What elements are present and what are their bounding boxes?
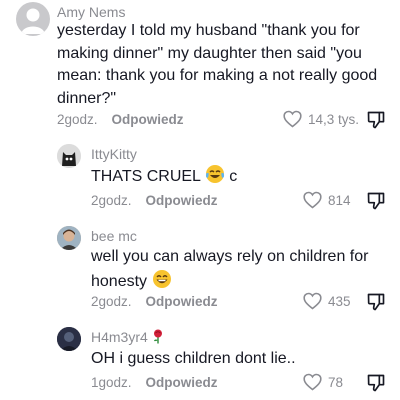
comment-text: THATS CRUEL c bbox=[91, 164, 381, 189]
comment-text: OH i guess children dont lie.. bbox=[91, 350, 296, 367]
dislike-icon[interactable] bbox=[366, 373, 386, 393]
reply-button[interactable]: Odpowiedz bbox=[146, 375, 218, 390]
comment-text: yesterday I told my husband "thank you f… bbox=[57, 22, 378, 107]
comment-meta: 2godz. Odpowiedz bbox=[91, 193, 218, 208]
comment-text-suffix: c bbox=[229, 168, 238, 185]
heart-icon bbox=[303, 373, 322, 391]
timestamp: 2godz. bbox=[57, 112, 98, 127]
user-photo-avatar bbox=[57, 327, 81, 351]
like-button[interactable]: 435 bbox=[303, 292, 351, 310]
comment-1: Amy Nems yesterday I told my husband "th… bbox=[0, 0, 400, 135]
like-button[interactable]: 78 bbox=[303, 373, 343, 391]
comment-4: H4m3yr4 OH i guess children dont lie.. 1… bbox=[0, 322, 400, 400]
comment-meta: 2godz. Odpowiedz bbox=[57, 112, 184, 127]
comment-meta: 1godz. Odpowiedz bbox=[91, 375, 218, 390]
reply-button[interactable]: Odpowiedz bbox=[146, 294, 218, 309]
default-avatar-icon bbox=[21, 8, 45, 34]
crying-laughing-emoji bbox=[205, 165, 224, 183]
timestamp: 2godz. bbox=[91, 294, 132, 309]
like-button[interactable]: 14,3 tys. bbox=[283, 110, 359, 128]
timestamp: 2godz. bbox=[91, 193, 132, 208]
comment-2: IttyKitty THATS CRUEL c 2godz. Odpowiedz … bbox=[0, 140, 400, 220]
avatar[interactable] bbox=[57, 144, 81, 168]
cat-avatar-icon bbox=[57, 144, 81, 168]
comment-3: bee mc well you can always rely on child… bbox=[0, 222, 400, 320]
comment-meta: 2godz. Odpowiedz bbox=[91, 294, 218, 309]
like-count: 435 bbox=[328, 293, 351, 309]
dislike-icon[interactable] bbox=[366, 191, 386, 211]
dislike-icon[interactable] bbox=[366, 292, 386, 312]
avatar[interactable] bbox=[16, 2, 50, 36]
reply-button[interactable]: Odpowiedz bbox=[112, 112, 184, 127]
username[interactable]: IttyKitty bbox=[91, 146, 137, 162]
laughing-emoji bbox=[152, 269, 171, 288]
comment-text-main: well you can always rely on children for… bbox=[91, 248, 369, 290]
heart-icon bbox=[303, 191, 322, 209]
comment-text-main: THATS CRUEL bbox=[91, 168, 201, 185]
username[interactable]: Amy Nems bbox=[57, 4, 125, 20]
user-photo-avatar bbox=[57, 226, 81, 250]
heart-icon bbox=[283, 110, 302, 128]
like-count: 78 bbox=[328, 374, 344, 390]
heart-icon bbox=[303, 292, 322, 310]
avatar[interactable] bbox=[57, 327, 81, 351]
timestamp: 1godz. bbox=[91, 375, 132, 390]
like-count: 14,3 tys. bbox=[308, 111, 360, 127]
username[interactable]: bee mc bbox=[91, 228, 137, 244]
like-button[interactable]: 814 bbox=[303, 191, 351, 209]
username[interactable]: H4m3yr4 bbox=[91, 329, 164, 345]
rose-emoji bbox=[153, 329, 162, 344]
comment-text: well you can always rely on children for… bbox=[91, 246, 391, 293]
username-text: H4m3yr4 bbox=[91, 329, 148, 345]
like-count: 814 bbox=[328, 192, 351, 208]
dislike-icon[interactable] bbox=[366, 110, 386, 130]
reply-button[interactable]: Odpowiedz bbox=[146, 193, 218, 208]
avatar[interactable] bbox=[57, 226, 81, 250]
